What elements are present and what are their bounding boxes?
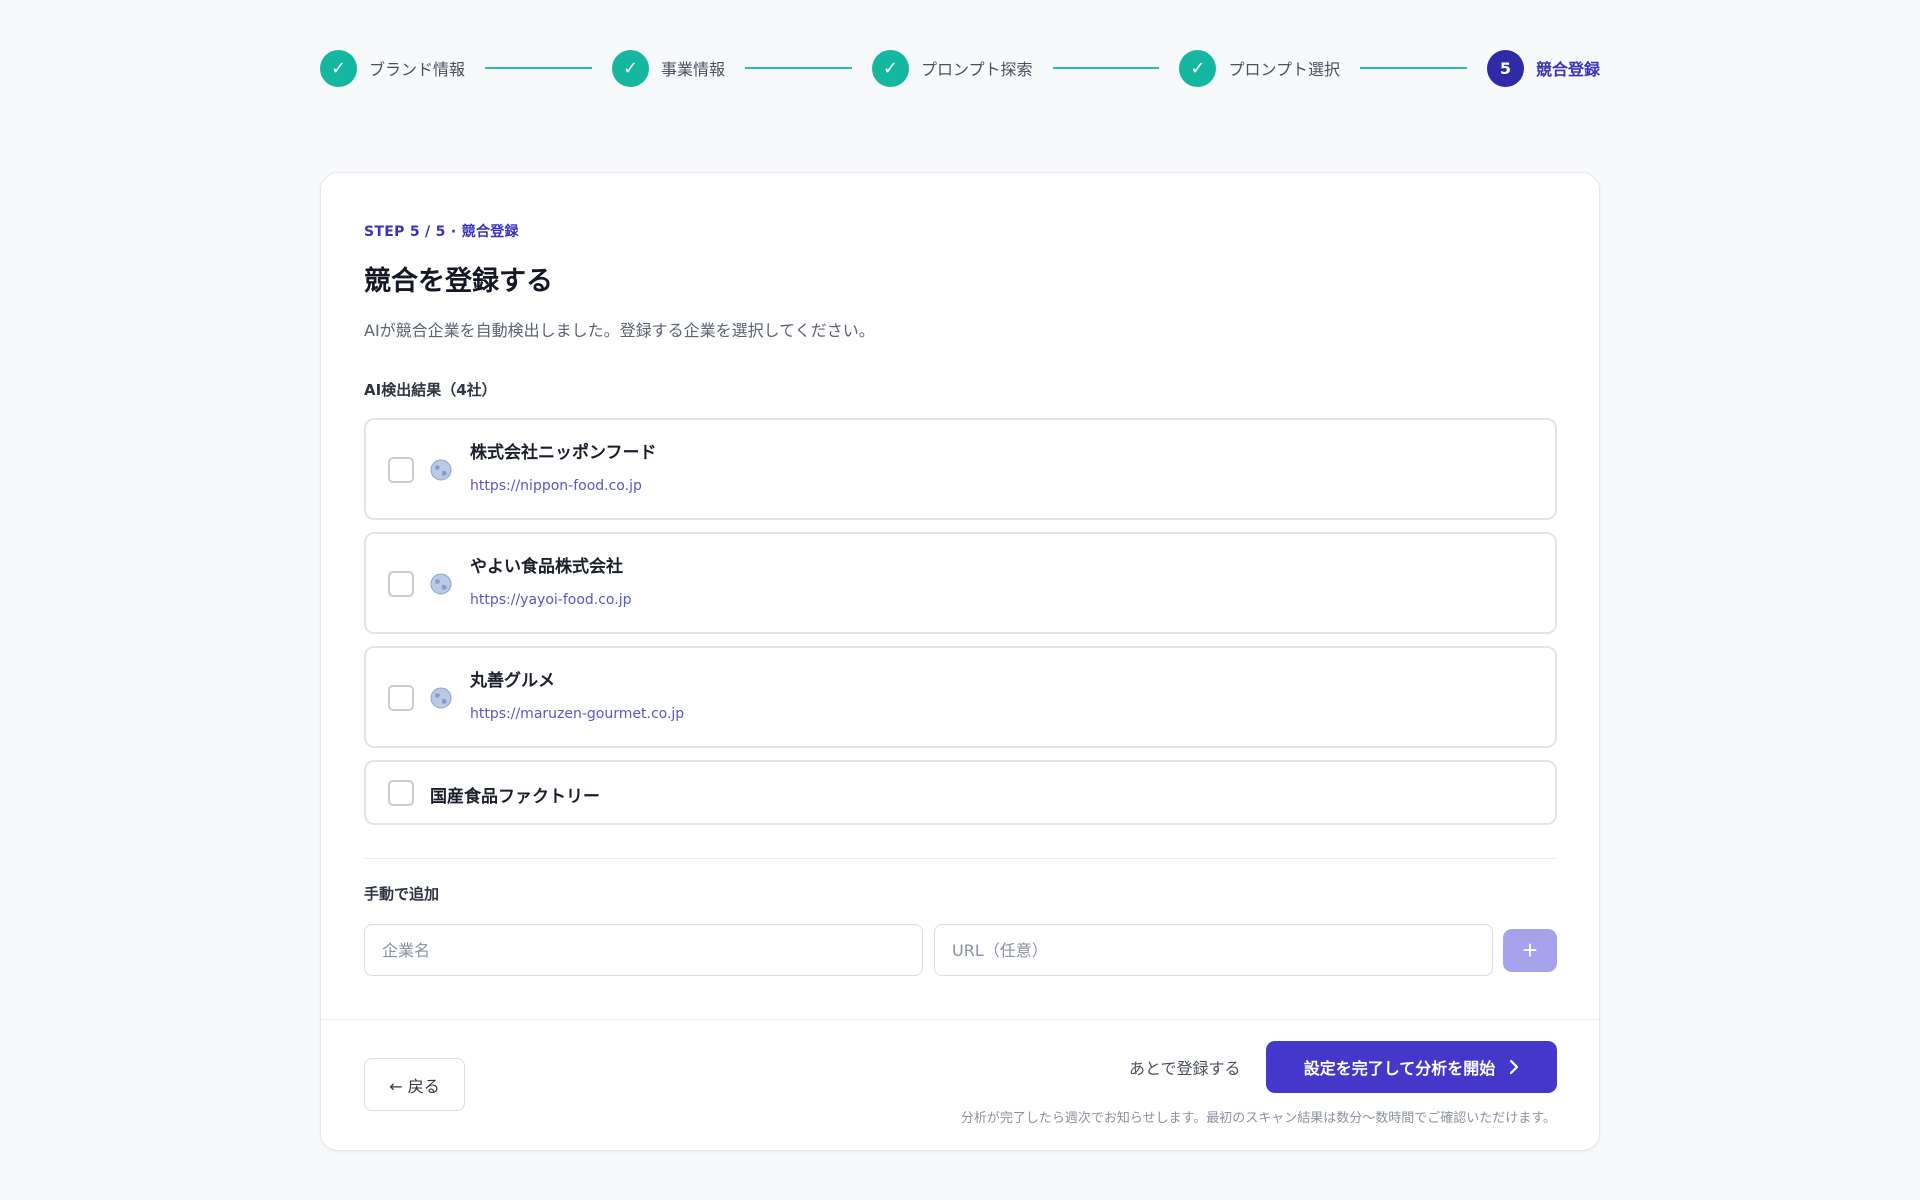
back-button[interactable]: ← 戻る — [364, 1058, 465, 1111]
step-label: 事業情報 — [660, 60, 725, 79]
step-label: プロンプト探索 — [920, 60, 1033, 79]
globe-icon — [430, 687, 452, 709]
check-icon: ✓ — [320, 49, 357, 87]
competitor-name: 国産食品ファクトリー — [430, 787, 600, 807]
competitor-checkbox[interactable] — [388, 457, 414, 483]
step-indicator: STEP 5 / 5 · 競合登録 — [364, 224, 519, 240]
step-connector — [745, 67, 852, 69]
list-item[interactable]: やよい食品株式会社 https://yayoi-food.co.jp — [364, 532, 1557, 634]
globe-icon — [430, 459, 452, 481]
footer-divider — [321, 1019, 1599, 1020]
step-competitor-register: 5 競合登録 — [1486, 49, 1600, 87]
step-label: 競合登録 — [1535, 60, 1600, 79]
company-name-input[interactable] — [364, 924, 923, 976]
progress-stepper: ✓ ブランド情報 ✓ 事業情報 ✓ プロンプト探索 ✓ プロンプト選択 5 競合… — [320, 49, 1600, 87]
step-prompt-explore: ✓ プロンプト探索 — [871, 49, 1033, 87]
step-connector — [1360, 67, 1467, 69]
competitor-checkbox[interactable] — [388, 780, 414, 806]
check-icon: ✓ — [871, 49, 909, 87]
company-url-input[interactable] — [934, 924, 1493, 976]
competitor-name: やよい食品株式会社 — [470, 557, 623, 577]
list-item[interactable]: 国産食品ファクトリー — [364, 760, 1557, 825]
section-divider — [364, 858, 1557, 859]
step-number: 5 — [1486, 49, 1524, 87]
competitor-url[interactable]: https://yayoi-food.co.jp — [470, 592, 631, 608]
submit-label: 設定を完了して分析を開始 — [1303, 1059, 1496, 1078]
manual-section-label: 手動で追加 — [364, 885, 440, 903]
check-icon: ✓ — [1179, 49, 1217, 87]
step-brand-info: ✓ ブランド情報 — [320, 49, 466, 87]
step-label: プロンプト選択 — [1228, 60, 1340, 79]
step-prompt-select: ✓ プロンプト選択 — [1179, 49, 1340, 87]
competitor-list: 株式会社ニッポンフード https://nippon-food.co.jp やよ… — [364, 418, 1557, 837]
step-connector — [485, 67, 592, 69]
competitor-url[interactable]: https://nippon-food.co.jp — [470, 478, 642, 494]
add-competitor-button[interactable]: + — [1503, 929, 1557, 972]
footer-note: 分析が完了したら週次でお知らせします。最初のスキャン結果は数分〜数時間でご確認い… — [960, 1111, 1556, 1126]
globe-icon — [430, 573, 452, 595]
competitor-name: 株式会社ニッポンフード — [470, 443, 657, 463]
check-icon: ✓ — [611, 49, 649, 87]
competitor-name: 丸善グルメ — [470, 671, 555, 691]
page-title: 競合を登録する — [364, 266, 553, 297]
competitor-checkbox[interactable] — [388, 571, 414, 597]
list-item[interactable]: 株式会社ニッポンフード https://nippon-food.co.jp — [364, 418, 1557, 520]
step-label: ブランド情報 — [369, 60, 466, 79]
detected-section-label: AI検出結果（4社） — [364, 381, 497, 399]
competitor-url[interactable]: https://maruzen-gourmet.co.jp — [470, 706, 684, 722]
complete-and-start-button[interactable]: 設定を完了して分析を開始 — [1266, 1041, 1557, 1093]
register-later-link[interactable]: あとで登録する — [1129, 1055, 1241, 1079]
list-item[interactable]: 丸善グルメ https://maruzen-gourmet.co.jp — [364, 646, 1557, 748]
competitor-card: STEP 5 / 5 · 競合登録 競合を登録する AIが競合企業を自動検出しま… — [320, 172, 1600, 1151]
page-subtitle: AIが競合企業を自動検出しました。登録する企業を選択してください。 — [364, 321, 875, 340]
step-business-info: ✓ 事業情報 — [611, 49, 725, 87]
chevron-right-icon — [1510, 1059, 1519, 1075]
competitor-checkbox[interactable] — [388, 685, 414, 711]
step-connector — [1052, 67, 1160, 69]
